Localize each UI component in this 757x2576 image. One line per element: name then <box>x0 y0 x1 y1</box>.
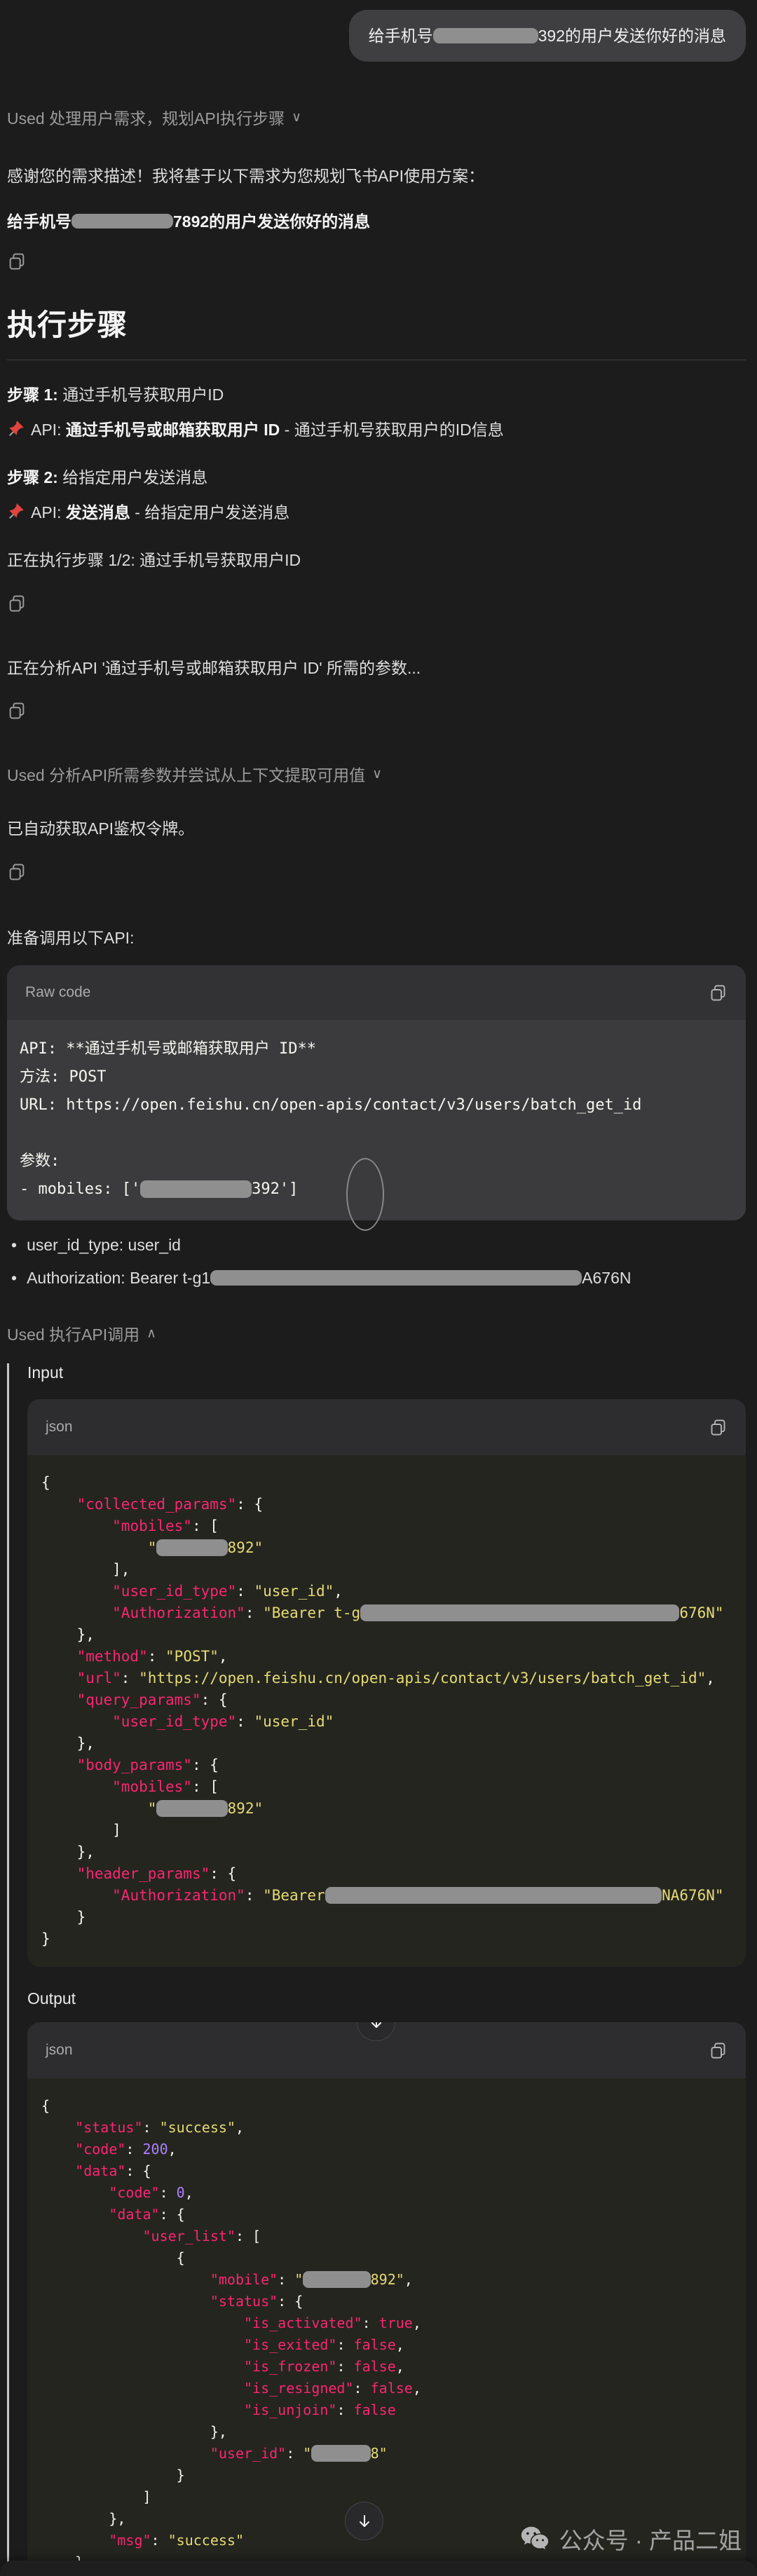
copy-code-button[interactable] <box>709 2041 728 2060</box>
input-json-card: json { "collected_params": { "mobiles": … <box>27 1399 746 1967</box>
pushpin-icon <box>7 419 25 437</box>
redaction-blur <box>210 1270 582 1286</box>
input-label: Input <box>27 1363 746 1382</box>
step-1-text: 通过手机号获取用户ID <box>58 386 224 404</box>
analyzing-line: 正在分析API '通过手机号或邮箱获取用户 ID' 所需的参数... <box>7 656 746 681</box>
param-user-id-type: user_id_type: user_id <box>27 1232 181 1259</box>
copy-button[interactable] <box>7 594 28 615</box>
redaction-blur <box>140 1180 252 1198</box>
bottom-panel-edge <box>0 2561 757 2576</box>
output-label: Output <box>27 1989 746 2008</box>
redaction-blur <box>303 2271 370 2288</box>
redaction-blur <box>433 28 538 43</box>
redaction-blur <box>156 1800 227 1817</box>
status-row-plan[interactable]: Used 处理用户需求，规划API执行步骤 ∨ <box>7 105 301 129</box>
token-line: 已自动获取API鉴权令牌。 <box>7 817 746 841</box>
output-json-content: { "status": "success", "code": 200, "dat… <box>41 2095 732 2576</box>
raw-code-header: Raw code <box>7 965 746 1020</box>
copy-icon <box>7 594 27 613</box>
wechat-icon <box>519 2523 551 2555</box>
param-authorization: Authorization: Bearer t-g1A676N <box>27 1265 631 1292</box>
code-language-label: Raw code <box>25 984 90 1001</box>
api-2-text: API: 发送消息 - 给指定用户发送消息 <box>31 499 289 523</box>
copy-icon <box>709 2041 728 2060</box>
copy-icon <box>7 252 27 271</box>
copy-code-button[interactable] <box>709 1418 728 1437</box>
bullet-dot: • <box>11 1232 17 1259</box>
status-label: Used 执行API调用 <box>7 1321 139 1345</box>
list-item: • user_id_type: user_id <box>7 1232 746 1259</box>
raw-code-card: Raw code API: **通过手机号或邮箱获取用户 ID**方法: POS… <box>7 965 746 1220</box>
output-json-card: json { "status": "success", "code": 200,… <box>27 2022 746 2576</box>
bullet-dot: • <box>11 1265 17 1292</box>
arrow-down-icon <box>368 2022 385 2031</box>
api-2-line: API: 发送消息 - 给指定用户发送消息 <box>7 499 746 523</box>
copy-icon <box>709 1418 728 1437</box>
chevron-down-icon: ∨ <box>372 766 382 782</box>
copy-button[interactable] <box>7 862 28 883</box>
input-json-body: { "collected_params": { "mobiles": [ " 8… <box>27 1455 746 1967</box>
step-1-line: 步骤 1: 通过手机号获取用户ID <box>7 381 746 405</box>
redaction-blur <box>311 2445 370 2462</box>
output-json-body: { "status": "success", "code": 200, "dat… <box>27 2078 746 2576</box>
executing-line: 正在执行步骤 1/2: 通过手机号获取用户ID <box>7 548 746 573</box>
raw-code-body: API: **通过手机号或邮箱获取用户 ID**方法: POSTURL: htt… <box>7 1020 746 1220</box>
copy-code-button[interactable] <box>709 983 728 1002</box>
step-2-text: 给指定用户发送消息 <box>58 468 207 486</box>
copy-button[interactable] <box>7 252 28 273</box>
redaction-blur <box>71 214 173 229</box>
prepare-line: 准备调用以下API: <box>7 926 746 950</box>
intro-paragraph: 感谢您的需求描述！我将基于以下需求为您规划飞书API使用方案： <box>7 164 746 189</box>
api-1-line: API: 通过手机号或邮箱获取用户 ID - 通过手机号获取用户的ID信息 <box>7 416 746 440</box>
pushpin-icon <box>7 502 25 520</box>
api-1-text: API: 通过手机号或邮箱获取用户 ID - 通过手机号获取用户的ID信息 <box>31 416 504 440</box>
redaction-blur <box>156 1539 227 1556</box>
copy-icon <box>7 701 27 721</box>
raw-code-content: API: **通过手机号或邮箱获取用户 ID**方法: POSTURL: htt… <box>20 1035 733 1204</box>
status-row-exec-api[interactable]: Used 执行API调用 ∧ <box>7 1321 156 1345</box>
chevron-up-icon: ∧ <box>146 1326 156 1342</box>
param-bullet-list: • user_id_type: user_id • Authorization:… <box>7 1232 746 1292</box>
requirement-line: 给手机号7892的用户发送你好的消息 <box>7 210 746 234</box>
status-row-analyze-params[interactable]: Used 分析API所需参数并尝试从上下文提取可用值 ∨ <box>7 762 382 786</box>
code-language-label: json <box>46 2042 73 2059</box>
status-label: Used 分析API所需参数并尝试从上下文提取可用值 <box>7 762 365 786</box>
input-json-header: json <box>27 1399 746 1455</box>
api-call-section: Input json { "collected_params": { "mobi… <box>7 1363 746 2576</box>
copy-icon <box>709 983 728 1002</box>
user-message-row: 给手机号392的用户发送你好的消息 <box>7 10 746 62</box>
scroll-down-button[interactable] <box>345 2502 383 2540</box>
step-2-line: 步骤 2: 给指定用户发送消息 <box>7 464 746 488</box>
user-message-bubble: 给手机号392的用户发送你好的消息 <box>349 10 746 62</box>
step-1-label: 步骤 1: <box>7 386 58 404</box>
watermark-text: 公众号 · 产品二姐 <box>559 2522 742 2556</box>
copy-button[interactable] <box>7 701 28 722</box>
watermark: 公众号 · 产品二姐 <box>519 2522 742 2556</box>
page-title: 执行步骤 <box>7 301 746 360</box>
status-label: Used 处理用户需求，规划API执行步骤 <box>7 105 285 129</box>
arrow-down-icon <box>356 2513 373 2530</box>
list-item: • Authorization: Bearer t-g1A676N <box>7 1265 746 1292</box>
chevron-down-icon: ∨ <box>292 109 301 125</box>
input-json-content: { "collected_params": { "mobiles": [ " 8… <box>41 1472 732 1950</box>
copy-icon <box>7 862 27 882</box>
chat-page: 给手机号392的用户发送你好的消息 Used 处理用户需求，规划API执行步骤 … <box>0 0 757 2576</box>
redaction-blur <box>360 1604 679 1621</box>
redaction-blur <box>325 1887 662 1904</box>
step-2-label: 步骤 2: <box>7 468 58 486</box>
code-language-label: json <box>46 1419 73 1436</box>
